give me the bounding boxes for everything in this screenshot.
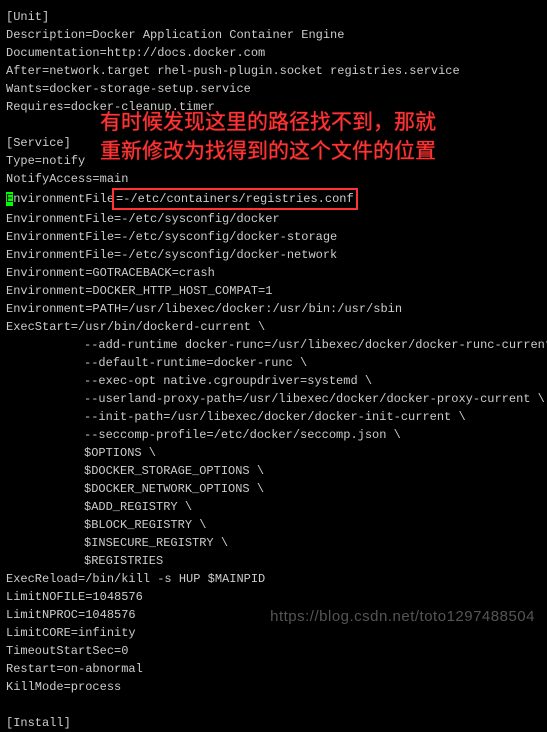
exec-line: $INSECURE_REGISTRY \ bbox=[6, 534, 541, 552]
exec-line: $OPTIONS \ bbox=[6, 444, 541, 462]
service-env-file-4: EnvironmentFile=-/etc/sysconfig/docker-n… bbox=[6, 246, 541, 264]
service-env-gotraceback: Environment=GOTRACEBACK=crash bbox=[6, 264, 541, 282]
unit-description: Description=Docker Application Container… bbox=[6, 26, 541, 44]
exec-line: --seccomp-profile=/etc/docker/seccomp.js… bbox=[6, 426, 541, 444]
exec-line: $REGISTRIES bbox=[6, 552, 541, 570]
service-env-file-3: EnvironmentFile=-/etc/sysconfig/docker-s… bbox=[6, 228, 541, 246]
exec-line: --userland-proxy-path=/usr/libexec/docke… bbox=[6, 390, 541, 408]
service-killmode: KillMode=process bbox=[6, 678, 541, 696]
service-exec-start: ExecStart=/usr/bin/dockerd-current \ bbox=[6, 318, 541, 336]
env-file-prefix: nvironmentFile bbox=[13, 192, 114, 206]
exec-line: $DOCKER_NETWORK_OPTIONS \ bbox=[6, 480, 541, 498]
exec-line: --add-runtime docker-runc=/usr/libexec/d… bbox=[6, 336, 541, 354]
install-header: [Install] bbox=[6, 714, 541, 732]
service-env-file-1[interactable]: EnvironmentFile=-/etc/containers/registr… bbox=[6, 188, 541, 210]
exec-line: --default-runtime=docker-runc \ bbox=[6, 354, 541, 372]
unit-after: After=network.target rhel-push-plugin.so… bbox=[6, 62, 541, 80]
unit-header: [Unit] bbox=[6, 8, 541, 26]
service-timeout: TimeoutStartSec=0 bbox=[6, 642, 541, 660]
unit-documentation: Documentation=http://docs.docker.com bbox=[6, 44, 541, 62]
annotation-line1: 有时候发现这里的路径找不到，那就 bbox=[100, 108, 436, 137]
unit-wants: Wants=docker-storage-setup.service bbox=[6, 80, 541, 98]
service-restart: Restart=on-abnormal bbox=[6, 660, 541, 678]
highlighted-path: =-/etc/containers/registries.conf bbox=[112, 188, 358, 210]
annotation-overlay: 有时候发现这里的路径找不到，那就 重新修改为找得到的这个文件的位置 bbox=[100, 108, 436, 167]
exec-line: $DOCKER_STORAGE_OPTIONS \ bbox=[6, 462, 541, 480]
annotation-line2: 重新修改为找得到的这个文件的位置 bbox=[100, 137, 436, 166]
exec-line: $BLOCK_REGISTRY \ bbox=[6, 516, 541, 534]
watermark-text: https://blog.csdn.net/toto1297488504 bbox=[270, 606, 535, 629]
service-env-path: Environment=PATH=/usr/libexec/docker:/us… bbox=[6, 300, 541, 318]
service-exec-reload: ExecReload=/bin/kill -s HUP $MAINPID bbox=[6, 570, 541, 588]
exec-line: --exec-opt native.cgroupdriver=systemd \ bbox=[6, 372, 541, 390]
service-env-http-compat: Environment=DOCKER_HTTP_HOST_COMPAT=1 bbox=[6, 282, 541, 300]
blank-line bbox=[6, 696, 541, 714]
exec-line: $ADD_REGISTRY \ bbox=[6, 498, 541, 516]
exec-line: --init-path=/usr/libexec/docker/docker-i… bbox=[6, 408, 541, 426]
service-limit-nofile: LimitNOFILE=1048576 bbox=[6, 588, 541, 606]
service-notify-access: NotifyAccess=main bbox=[6, 170, 541, 188]
service-env-file-2: EnvironmentFile=-/etc/sysconfig/docker bbox=[6, 210, 541, 228]
